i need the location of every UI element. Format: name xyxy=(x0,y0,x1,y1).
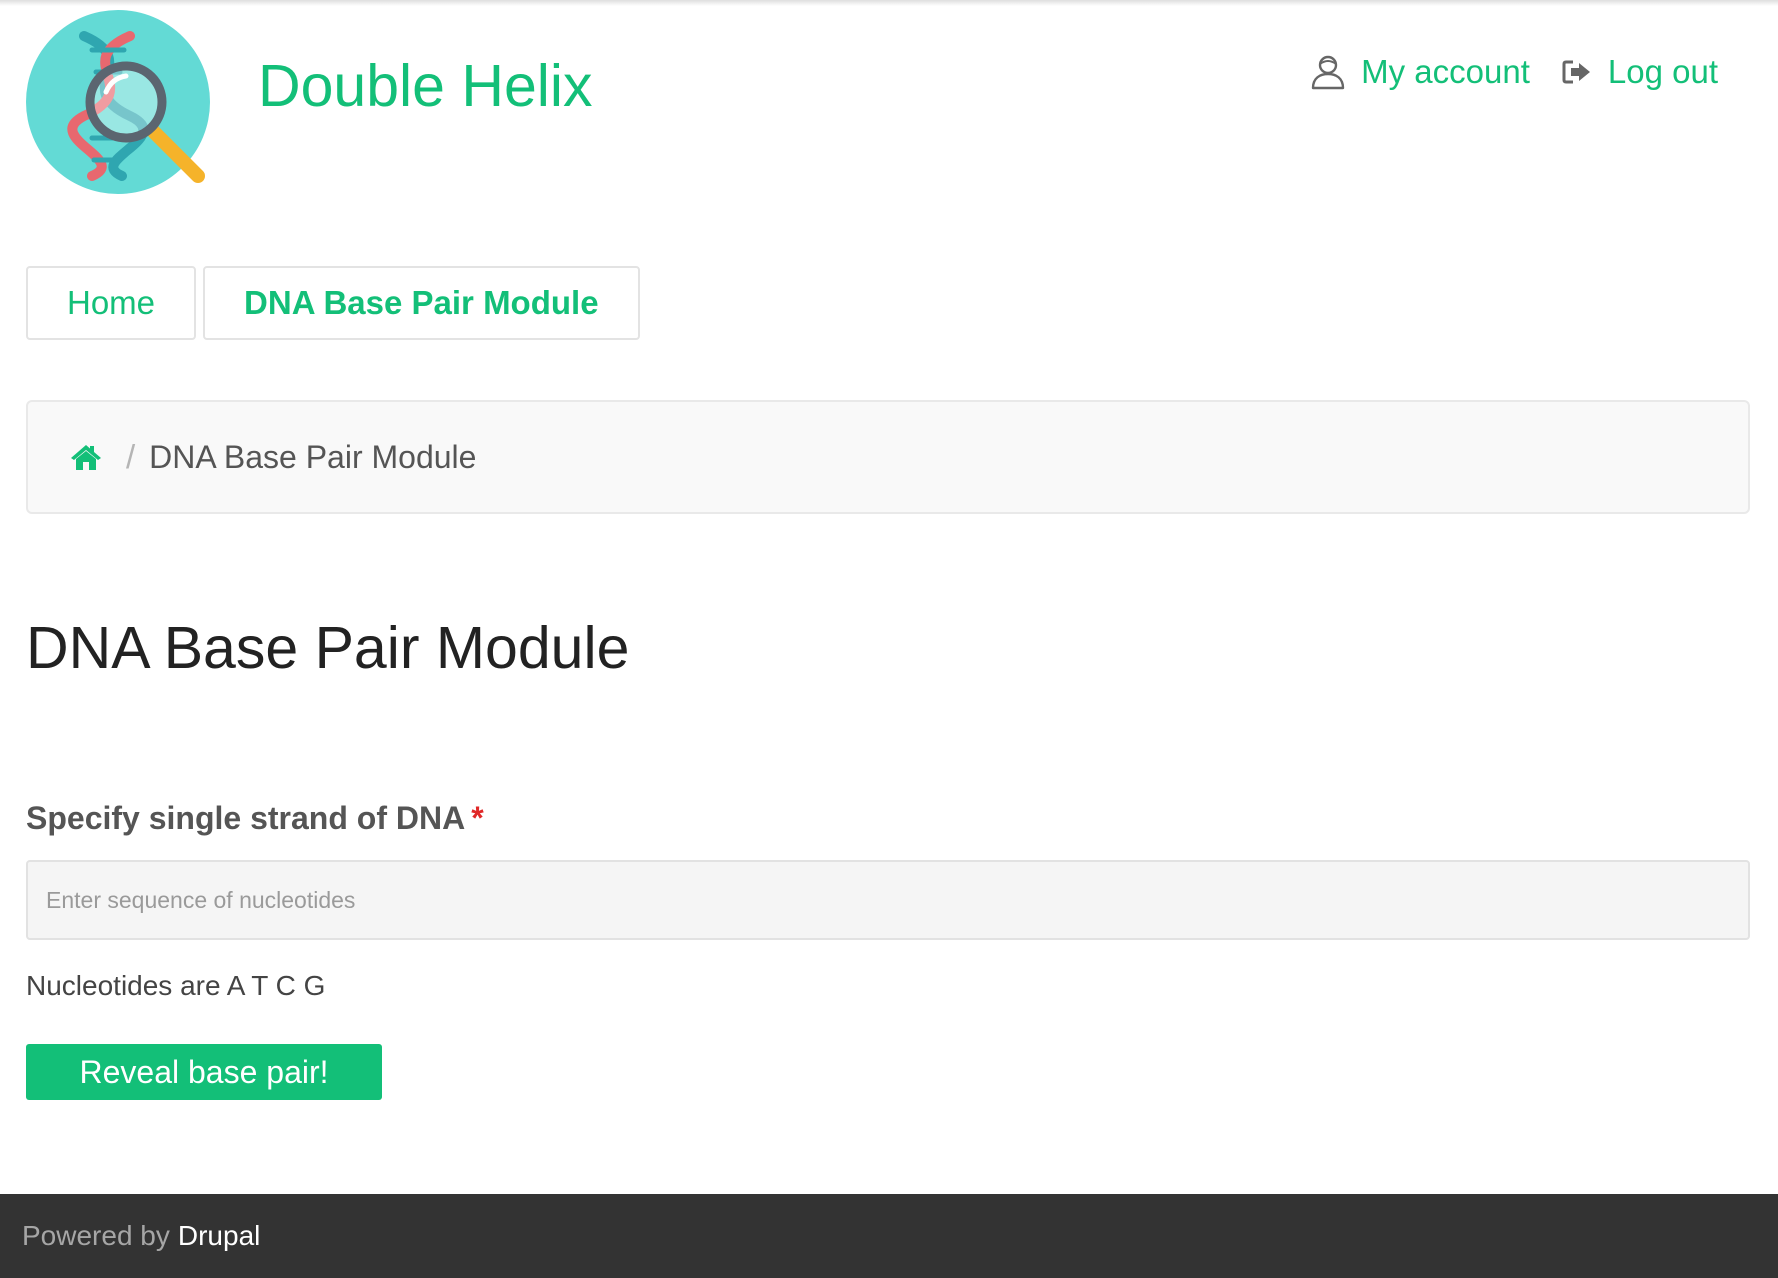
dna-magnifier-logo-icon xyxy=(26,10,210,194)
sequence-description: Nucleotides are A T C G xyxy=(26,970,326,1001)
user-icon xyxy=(1311,55,1345,90)
page-title: DNA Base Pair Module xyxy=(26,615,630,681)
site-name[interactable]: Double Helix xyxy=(258,48,593,124)
main-navigation: Home DNA Base Pair Module xyxy=(26,266,640,340)
breadcrumb-current: DNA Base Pair Module xyxy=(149,438,477,475)
sequence-label: Specify single strand of DNA * xyxy=(26,796,484,840)
home-icon xyxy=(71,445,101,470)
sequence-label-text: Specify single strand of DNA xyxy=(26,800,466,836)
drupal-link[interactable]: Drupal xyxy=(178,1220,260,1252)
sign-out-icon xyxy=(1562,60,1590,84)
my-account-link[interactable]: My account xyxy=(1311,48,1530,96)
site-footer: Powered by Drupal xyxy=(0,1194,1778,1278)
site-logo[interactable] xyxy=(26,10,210,194)
breadcrumb-separator: / xyxy=(126,438,136,475)
sequence-input[interactable] xyxy=(26,860,1750,940)
my-account-label: My account xyxy=(1361,53,1530,90)
nav-item-dna-base-pair-module[interactable]: DNA Base Pair Module xyxy=(203,266,640,340)
breadcrumb: / DNA Base Pair Module xyxy=(26,400,1750,514)
top-shadow xyxy=(0,0,1778,6)
reveal-base-pair-button[interactable]: Reveal base pair! xyxy=(26,1044,382,1100)
powered-by-text: Powered by xyxy=(22,1220,170,1251)
required-marker: * xyxy=(471,800,484,836)
breadcrumb-home-link[interactable] xyxy=(70,443,102,471)
log-out-link[interactable]: Log out xyxy=(1562,48,1718,96)
account-menu: My account Log out xyxy=(1311,48,1718,96)
log-out-label: Log out xyxy=(1607,53,1718,90)
nav-item-home[interactable]: Home xyxy=(26,266,197,340)
